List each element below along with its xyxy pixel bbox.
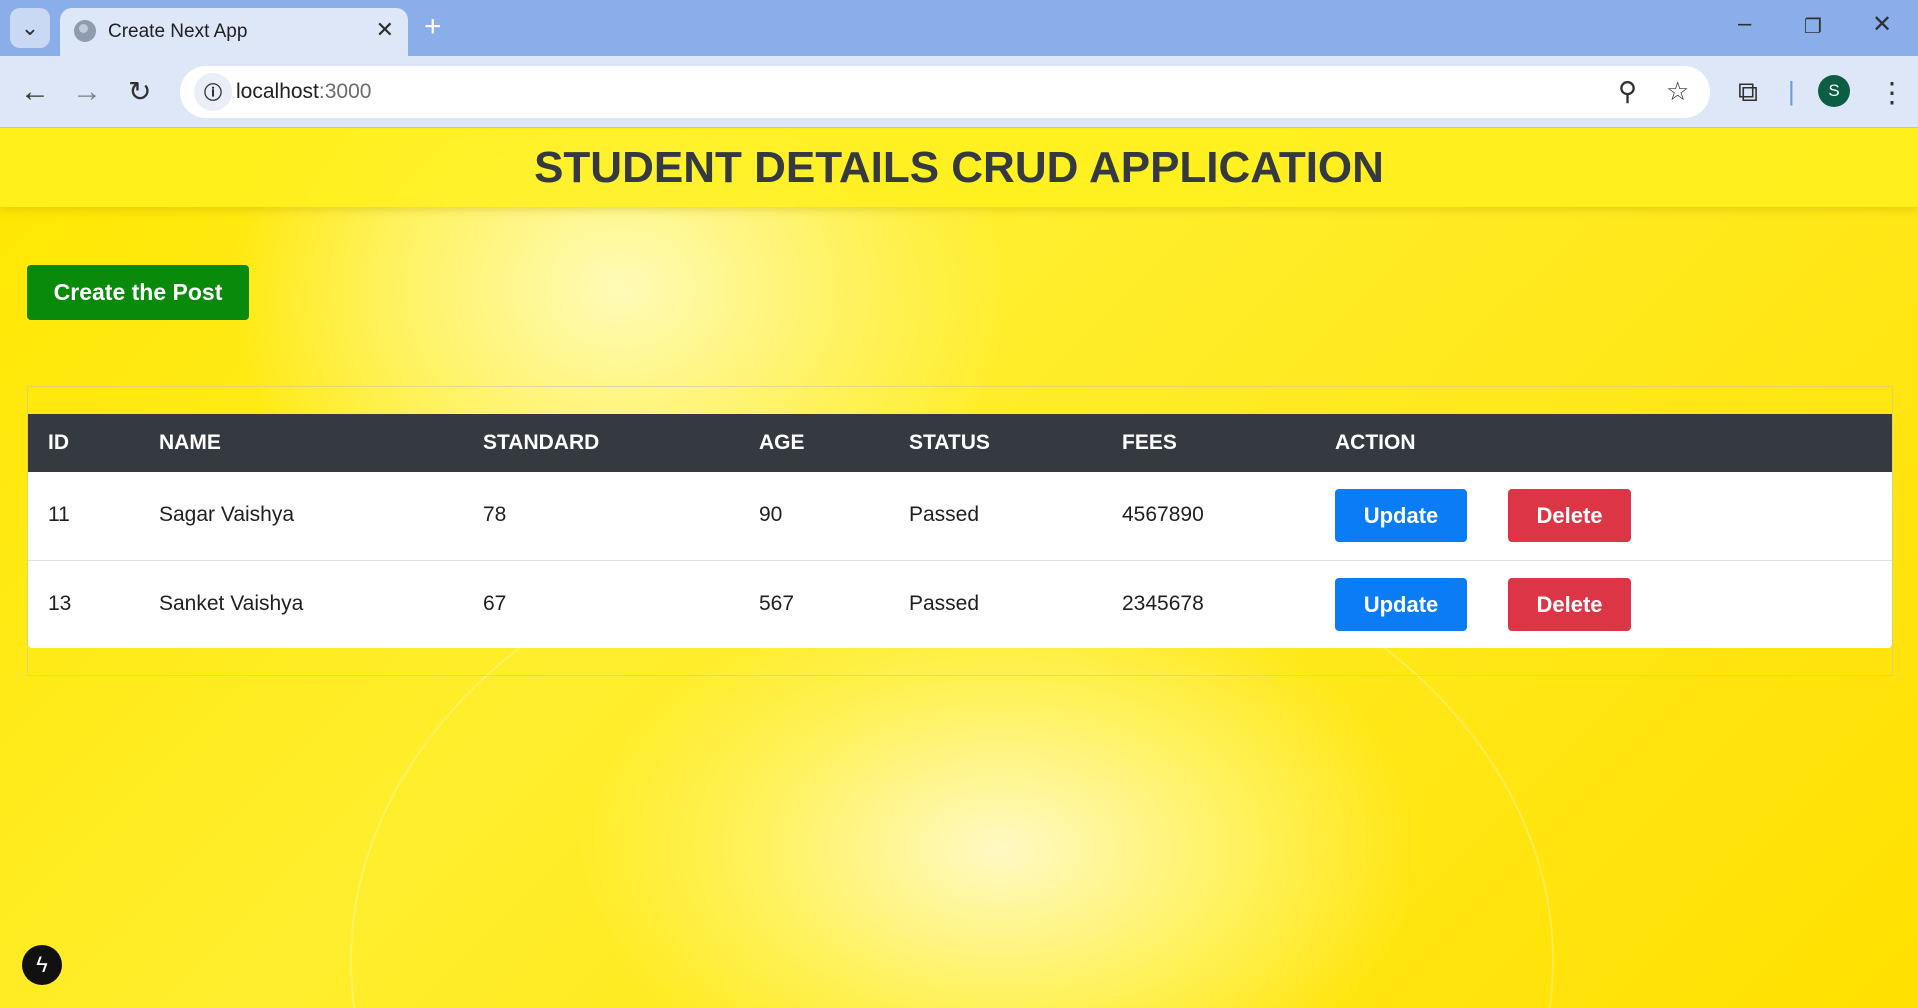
restore-icon[interactable]: ❐ — [1804, 14, 1822, 39]
browser-toolbar: ← → ↻ ⓘ localhost:3000 ⚲ ☆ ⧉ | S ⋮ — [0, 56, 1918, 128]
column-header-fees: FEES — [1122, 431, 1177, 454]
cell-fees: 2345678 — [1122, 592, 1204, 615]
profile-avatar[interactable]: S — [1818, 75, 1850, 107]
chevron-down-icon: ⌄ — [20, 15, 40, 40]
nextjs-dev-indicator-icon[interactable]: ϟ — [22, 945, 62, 985]
update-button[interactable]: Update — [1335, 578, 1467, 631]
table-header-row: ID NAME STANDARD AGE STATUS FEES ACTION — [28, 414, 1892, 472]
column-header-standard: STANDARD — [483, 431, 600, 454]
cell-name: Sagar Vaishya — [159, 503, 295, 526]
menu-icon[interactable]: ⋮ — [1878, 76, 1906, 109]
column-header-status: STATUS — [909, 431, 990, 454]
update-button[interactable]: Update — [1335, 489, 1467, 542]
page-header: STUDENT DETAILS CRUD APPLICATION — [0, 129, 1918, 207]
page-title: STUDENT DETAILS CRUD APPLICATION — [534, 143, 1384, 192]
browser-tab[interactable]: Create Next App ✕ — [60, 8, 408, 56]
zoom-icon[interactable]: ⚲ — [1618, 76, 1637, 107]
browser-tab-bar: ⌄ Create Next App ✕ + – ❐ ✕ — [0, 0, 1918, 56]
address-bar[interactable]: ⓘ localhost:3000 ⚲ ☆ — [180, 66, 1710, 118]
new-tab-button[interactable]: + — [424, 10, 442, 44]
tab-title: Create Next App — [108, 21, 248, 42]
cell-status: Passed — [909, 592, 980, 615]
forward-icon[interactable]: → — [72, 72, 102, 112]
student-table: ID NAME STANDARD AGE STATUS FEES ACTION … — [28, 414, 1892, 648]
page-content: STUDENT DETAILS CRUD APPLICATION Create … — [0, 129, 1918, 1008]
column-header-action: ACTION — [1335, 431, 1416, 454]
reload-icon[interactable]: ↻ — [128, 72, 151, 112]
column-header-age: AGE — [759, 431, 805, 454]
cell-age: 567 — [759, 592, 795, 615]
cell-standard: 67 — [483, 592, 507, 615]
table-row: 11 Sagar Vaishya 78 90 Passed 4567890 Up… — [28, 472, 1892, 560]
url-text[interactable]: localhost:3000 — [236, 80, 371, 104]
site-info-icon[interactable]: ⓘ — [194, 73, 232, 111]
cell-id: 11 — [48, 503, 70, 526]
cell-id: 13 — [48, 592, 72, 615]
extensions-icon[interactable]: ⧉ — [1738, 76, 1758, 109]
table-row: 13 Sanket Vaishya 67 567 Passed 2345678 … — [28, 560, 1892, 648]
window-close-icon[interactable]: ✕ — [1872, 10, 1892, 39]
column-header-name: NAME — [159, 431, 221, 454]
cell-age: 90 — [759, 503, 783, 526]
back-icon[interactable]: ← — [20, 72, 50, 112]
cell-status: Passed — [909, 503, 980, 526]
globe-icon — [74, 20, 96, 42]
cell-name: Sanket Vaishya — [159, 592, 304, 615]
column-header-id: ID — [48, 431, 69, 454]
create-post-button[interactable]: Create the Post — [27, 265, 249, 320]
tab-list-button[interactable]: ⌄ — [10, 8, 50, 48]
star-icon[interactable]: ☆ — [1666, 76, 1689, 107]
toolbar-divider: | — [1788, 76, 1795, 106]
delete-button[interactable]: Delete — [1508, 489, 1631, 542]
delete-button[interactable]: Delete — [1508, 578, 1631, 631]
minimize-icon[interactable]: – — [1738, 10, 1751, 38]
close-tab-icon[interactable]: ✕ — [376, 17, 394, 43]
cell-fees: 4567890 — [1122, 503, 1204, 526]
cell-standard: 78 — [483, 503, 507, 526]
